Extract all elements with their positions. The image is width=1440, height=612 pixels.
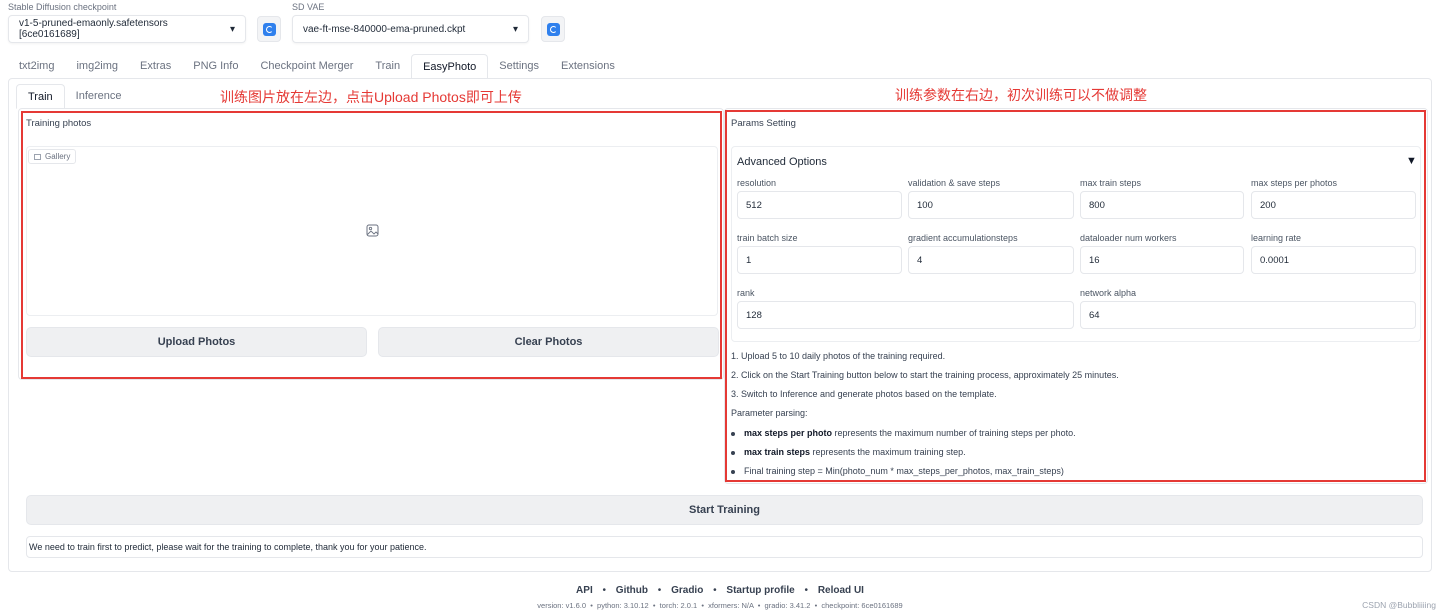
gallery-badge: Gallery bbox=[28, 149, 77, 164]
tab-train[interactable]: Train bbox=[364, 54, 411, 79]
status-textbox[interactable]: We need to train first to predict, pleas… bbox=[26, 536, 1423, 558]
tab-train-sub[interactable]: Train bbox=[16, 84, 65, 109]
footer-link-api[interactable]: API bbox=[576, 585, 593, 596]
footer-links: API • Github • Gradio • Startup profile … bbox=[0, 585, 1440, 596]
params-setting-title: Params Setting bbox=[731, 118, 796, 129]
tab-inference[interactable]: Inference bbox=[65, 84, 133, 109]
resolution-label: resolution bbox=[737, 178, 777, 188]
sub-tabs: Train Inference bbox=[16, 84, 133, 109]
tab-txt2img[interactable]: txt2img bbox=[8, 54, 65, 79]
checkpoint-select[interactable]: v1-5-pruned-emaonly.safetensors [6ce0161… bbox=[8, 15, 246, 43]
tab-extras[interactable]: Extras bbox=[129, 54, 182, 79]
training-photos-title: Training photos bbox=[26, 118, 92, 129]
rank-label: rank bbox=[737, 288, 755, 298]
parsing-title: Parameter parsing: bbox=[731, 408, 808, 418]
footer-link-github[interactable]: Github bbox=[616, 585, 648, 596]
advanced-options-title[interactable]: Advanced Options bbox=[737, 156, 827, 168]
grad-accum-input[interactable]: 4 bbox=[908, 246, 1074, 274]
footer-separator: • bbox=[804, 585, 809, 596]
dataloader-input[interactable]: 16 bbox=[1080, 246, 1244, 274]
bullet-bold: max steps per photo bbox=[744, 428, 833, 438]
learning-rate-label: learning rate bbox=[1251, 233, 1302, 243]
bullet-text: represents the maximum number of trainin… bbox=[832, 428, 1076, 438]
train-batch-size-label: train batch size bbox=[737, 233, 798, 243]
status-text: We need to train first to predict, pleas… bbox=[29, 542, 427, 552]
validation-steps-input[interactable]: 100 bbox=[908, 191, 1074, 219]
note-step-3: 3. Switch to Inference and generate phot… bbox=[731, 389, 997, 399]
tab-settings[interactable]: Settings bbox=[488, 54, 550, 79]
bullet-item: Final training step = Min(photo_num * ma… bbox=[731, 466, 1064, 476]
footer-separator: • bbox=[657, 585, 662, 596]
bullet-dot bbox=[731, 469, 735, 474]
footer-link-gradio[interactable]: Gradio bbox=[671, 585, 703, 596]
validation-steps-label: validation & save steps bbox=[908, 178, 1001, 188]
upload-photos-button[interactable]: Upload Photos bbox=[26, 327, 367, 357]
left-annotation: 训练图片放在左边，点击Upload Photos即可上传 bbox=[220, 89, 522, 105]
footer-separator: • bbox=[602, 585, 607, 596]
checkpoint-value: v1-5-pruned-emaonly.safetensors [6ce0161… bbox=[19, 18, 168, 40]
bullet-dot bbox=[731, 450, 735, 455]
clear-photos-button[interactable]: Clear Photos bbox=[378, 327, 719, 357]
checkpoint-label: Stable Diffusion checkpoint bbox=[8, 2, 117, 12]
max-train-steps-label: max train steps bbox=[1080, 178, 1142, 188]
tab-checkpoint-merger[interactable]: Checkpoint Merger bbox=[249, 54, 364, 79]
watermark: CSDN @Bubbliiiing bbox=[1362, 600, 1436, 610]
refresh-checkpoint-button[interactable] bbox=[257, 16, 281, 42]
chevron-down-icon: ▾ bbox=[229, 23, 235, 35]
train-batch-size-input[interactable]: 1 bbox=[737, 246, 902, 274]
bullet-item: max train steps represents the maximum t… bbox=[731, 447, 966, 457]
refresh-vae-button[interactable] bbox=[541, 16, 565, 42]
bullet-bold: max train steps bbox=[744, 447, 811, 457]
footer-link-reload-ui[interactable]: Reload UI bbox=[818, 585, 864, 596]
dataloader-label: dataloader num workers bbox=[1080, 233, 1177, 243]
learning-rate-input[interactable]: 0.0001 bbox=[1251, 246, 1416, 274]
network-alpha-label: network alpha bbox=[1080, 288, 1137, 298]
start-training-button[interactable]: Start Training bbox=[26, 495, 1423, 525]
tab-easyphoto[interactable]: EasyPhoto bbox=[411, 54, 489, 79]
version-info: version: v1.6.0 • python: 3.10.12 • torc… bbox=[537, 601, 903, 610]
max-steps-per-photos-input[interactable]: 200 bbox=[1251, 191, 1416, 219]
gallery-icon bbox=[34, 153, 41, 160]
tab-img2img[interactable]: img2img bbox=[65, 54, 129, 79]
footer-separator: • bbox=[713, 585, 717, 596]
footer-link-startup-profile[interactable]: Startup profile bbox=[726, 585, 794, 596]
tab-png-info[interactable]: PNG Info bbox=[182, 54, 249, 79]
grad-accum-label: gradient accumulationsteps bbox=[908, 233, 1018, 243]
refresh-icon bbox=[262, 22, 276, 36]
refresh-icon bbox=[546, 22, 560, 36]
max-train-steps-input[interactable]: 800 bbox=[1080, 191, 1244, 219]
chevron-down-icon: ▾ bbox=[512, 23, 518, 35]
accordion-toggle-icon[interactable]: ▼ bbox=[1406, 155, 1417, 167]
right-annotation: 训练参数在右边，初次训练可以不做调整 bbox=[895, 87, 1147, 103]
bullet-dot bbox=[731, 431, 735, 436]
bullet-text: represents the maximum training step. bbox=[810, 447, 966, 457]
max-steps-per-photos-label: max steps per photos bbox=[1251, 178, 1338, 188]
network-alpha-input[interactable]: 64 bbox=[1080, 301, 1416, 329]
vae-value: vae-ft-mse-840000-ema-pruned.ckpt bbox=[303, 23, 466, 35]
note-step-2: 2. Click on the Start Training button be… bbox=[731, 370, 1119, 380]
bullet-item: max steps per photo represents the maxim… bbox=[731, 428, 1076, 438]
tab-extensions[interactable]: Extensions bbox=[550, 54, 626, 79]
rank-input[interactable]: 128 bbox=[737, 301, 1074, 329]
resolution-input[interactable]: 512 bbox=[737, 191, 902, 219]
vae-select[interactable]: vae-ft-mse-840000-ema-pruned.ckpt ▾ bbox=[292, 15, 529, 43]
gallery-label: Gallery bbox=[45, 152, 71, 161]
note-step-1: 1. Upload 5 to 10 daily photos of the tr… bbox=[731, 351, 946, 361]
main-tabs: txt2img img2img Extras PNG Info Checkpoi… bbox=[8, 54, 626, 79]
image-placeholder-icon bbox=[366, 224, 379, 237]
bullet-text: Final training step = Min(photo_num * ma… bbox=[744, 466, 1064, 476]
vae-label: SD VAE bbox=[292, 2, 325, 12]
